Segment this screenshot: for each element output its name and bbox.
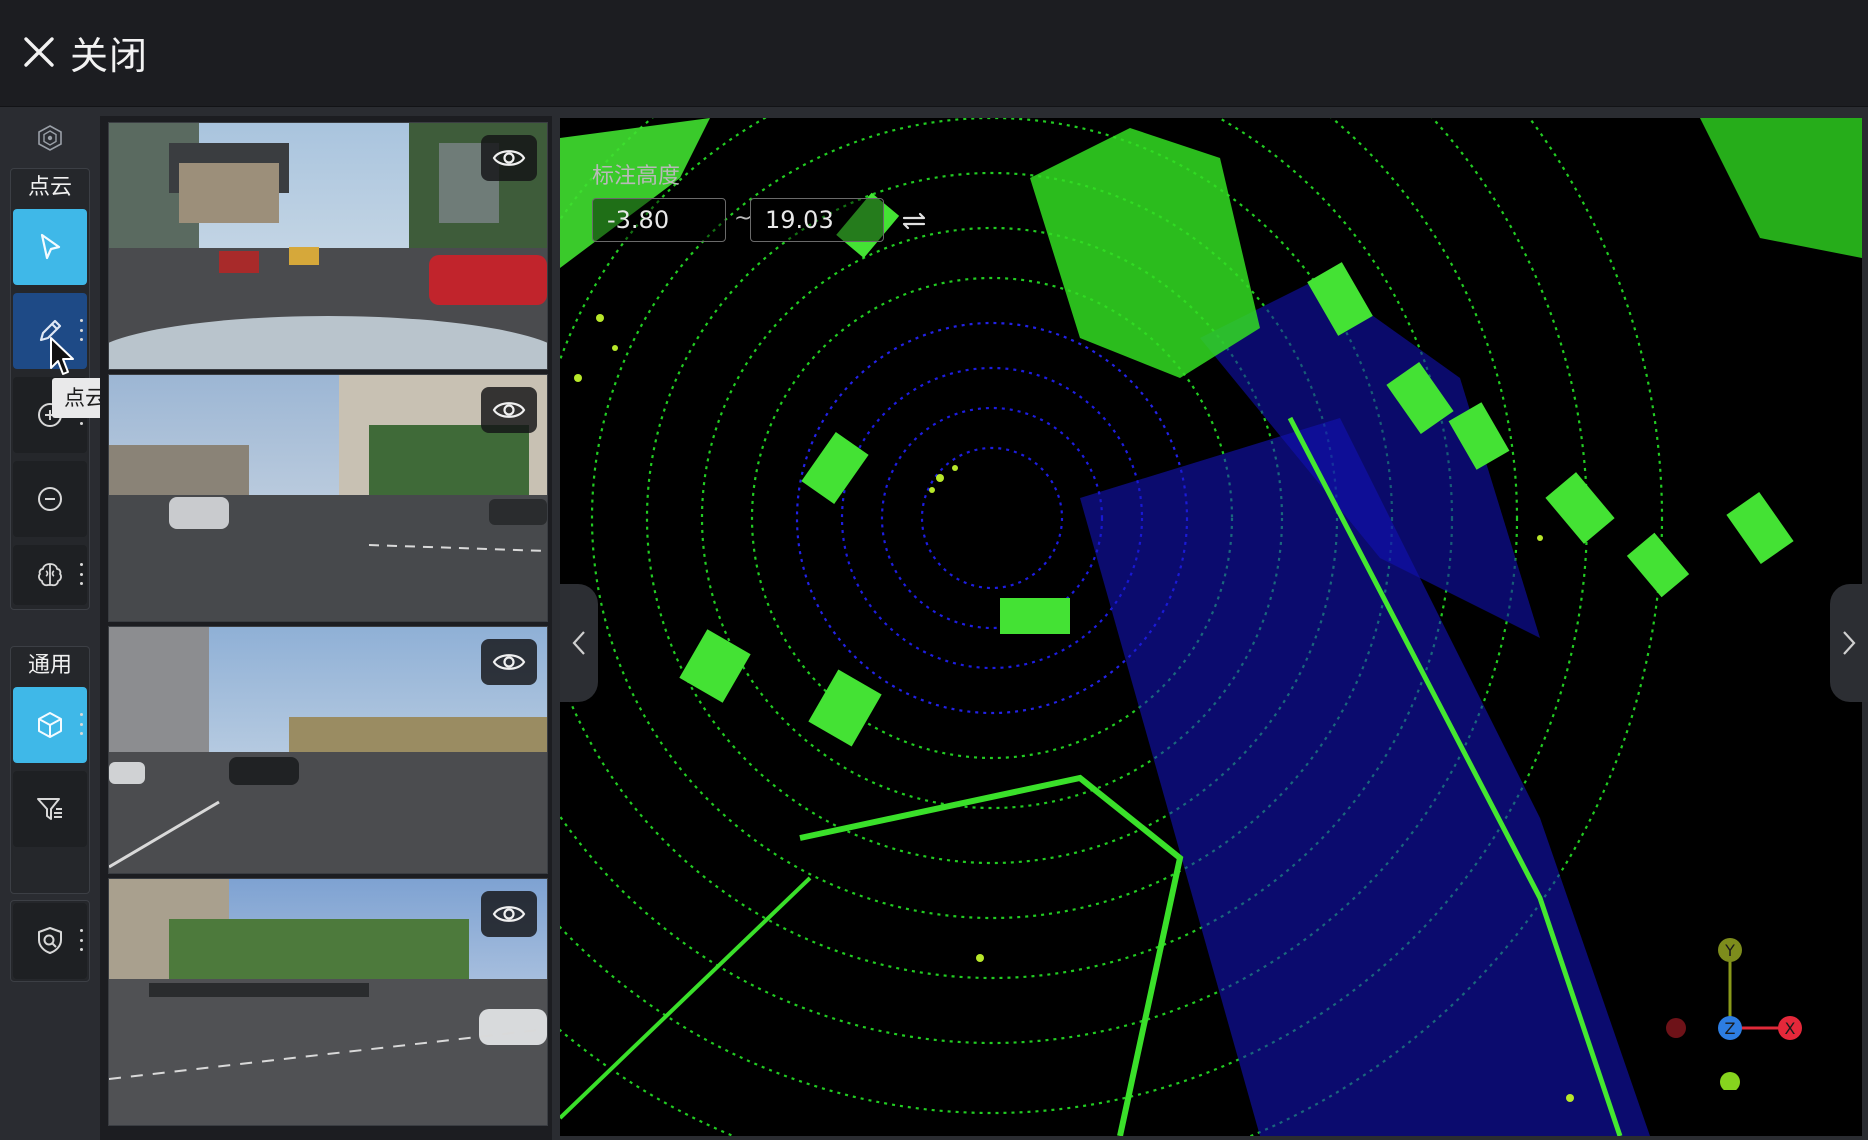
camera-panel [100,116,552,1140]
pointer-arrow-icon [40,233,61,260]
minus-circle-icon [38,487,62,511]
chevron-right-icon [1843,631,1856,655]
filter-tool-button[interactable] [13,771,87,847]
collapse-left-panel-button[interactable] [560,584,598,702]
toggle-visibility-button[interactable] [481,891,537,937]
left-toolbar: 点云 通用 [10,116,90,1140]
toolgroup-extra [10,900,90,982]
toggle-visibility-button[interactable] [481,387,537,433]
annotation-height-label: 标注高度 [592,164,681,189]
brain-icon [38,563,62,587]
eye-icon [492,402,526,418]
eye-icon [492,906,526,922]
height-max-input[interactable]: 19.03 [750,198,884,242]
more-options-icon[interactable] [79,563,83,585]
shield-search-icon [38,927,62,954]
cube-icon [38,712,62,738]
more-options-icon[interactable] [79,319,83,341]
camera-view-rear[interactable] [108,878,548,1126]
toolgroup-title: 点云 [27,175,72,200]
toolgroup-general: 通用 [10,646,90,894]
eye-icon [492,150,526,166]
select-tool-button[interactable] [13,209,87,285]
pointcloud-viewport[interactable]: 标注高度 -3.80 ~ 19.03 Y X Z [560,118,1862,1136]
mouse-cursor-icon [50,337,74,375]
expand-right-panel-button[interactable] [1830,584,1868,702]
camera-view-front[interactable] [108,122,548,370]
eye-icon [492,654,526,670]
axis-z-label: Z [1725,1019,1736,1038]
hexagon-logo-icon [38,125,62,151]
filter-list-icon [37,798,62,820]
toggle-visibility-button[interactable] [481,639,537,685]
settings-shield-tool-button[interactable] [13,903,87,979]
close-label: 关闭 [70,33,149,78]
camera-view-right[interactable] [108,626,548,874]
more-options-icon[interactable] [79,713,83,735]
remove-points-tool-button[interactable] [13,461,87,537]
chevron-left-icon [572,631,585,655]
top-bar: 关闭 [0,0,1868,107]
axis-gizmo[interactable]: Y X Z [1640,920,1820,1090]
more-options-icon[interactable] [79,929,83,951]
ai-segment-tool-button[interactable] [13,545,87,605]
axis-y-label: Y [1724,941,1735,960]
close-x-icon [24,37,54,67]
camera-view-left[interactable] [108,374,548,622]
axis-x-label: X [1785,1019,1796,1038]
close-button[interactable]: 关闭 [22,26,148,78]
cube-tool-button[interactable] [13,687,87,763]
toolgroup-title: 通用 [27,653,72,678]
height-min-input[interactable]: -3.80 [592,198,726,242]
toggle-visibility-button[interactable] [481,135,537,181]
swap-range-icon[interactable] [900,208,928,234]
